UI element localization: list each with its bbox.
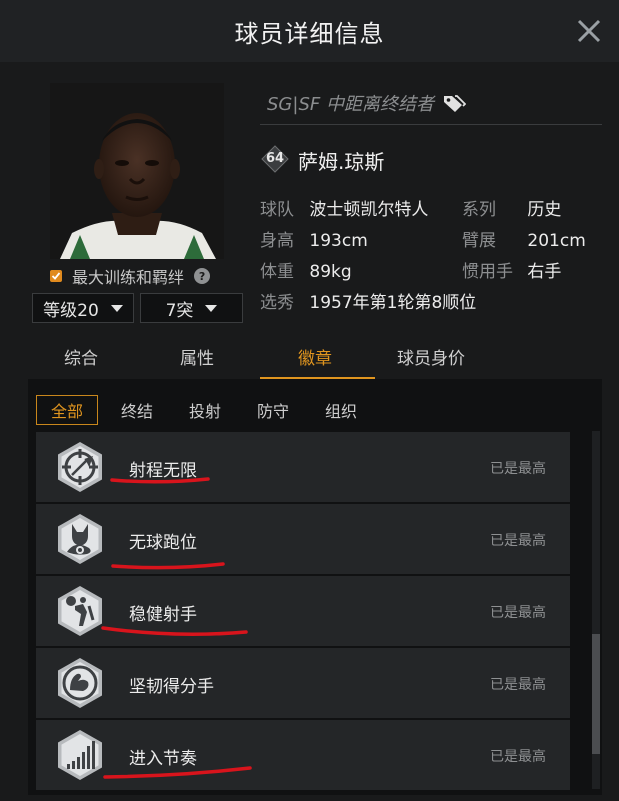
rating-badge: 64: [261, 145, 289, 173]
tab-badges[interactable]: 徽章: [298, 344, 332, 369]
info-value: 历史: [527, 200, 562, 220]
info-value: 1957年第1轮第8顺位: [309, 293, 477, 313]
crosshair-icon: [58, 442, 102, 492]
title-bar: 球员详细信息: [0, 0, 619, 63]
badge-name: 坚韧得分手: [129, 677, 214, 697]
badge-row[interactable]: 进入节奏 已是最高: [36, 720, 570, 790]
max-bond-row: 最大训练和羁绊 ?: [50, 266, 230, 287]
level-dropdown[interactable]: 等级20: [32, 293, 134, 323]
badge-level: 已是最高: [490, 677, 546, 693]
max-bond-checkbox[interactable]: [50, 270, 62, 282]
info-label: 身高: [260, 231, 294, 251]
chevron-down-icon: [205, 304, 218, 312]
info-hand: 惯用手 右手: [462, 257, 561, 282]
info-value: 右手: [527, 262, 562, 282]
badge-name: 进入节奏: [129, 749, 197, 769]
max-bond-label: 最大训练和羁绊: [72, 268, 185, 287]
tab-attributes[interactable]: 属性: [180, 344, 214, 369]
scrollbar-thumb[interactable]: [592, 634, 600, 754]
subtab-playmaking[interactable]: 组织: [325, 395, 357, 425]
subtab-finishing[interactable]: 终结: [121, 395, 153, 425]
rating-value: 64: [265, 151, 285, 166]
fox-icon: [58, 514, 102, 564]
badge-row[interactable]: 射程无限 已是最高: [36, 432, 570, 502]
divider: [260, 124, 602, 125]
close-icon[interactable]: [573, 15, 605, 47]
badge-row[interactable]: 坚韧得分手 已是最高: [36, 648, 570, 718]
info-value: 201cm: [527, 231, 586, 251]
subtab-all[interactable]: 全部: [36, 395, 99, 425]
badge-name: 稳健射手: [129, 605, 197, 625]
info-label: 系列: [462, 200, 496, 220]
info-label: 球队: [260, 200, 294, 220]
info-label: 臂展: [462, 231, 496, 251]
break-dropdown[interactable]: 7突: [140, 293, 243, 323]
info-wingspan: 臂展 201cm: [462, 226, 586, 251]
rising-bars-icon: [58, 730, 102, 780]
info-value: 193cm: [309, 231, 368, 251]
main-tabs: 综合 属性 徽章 球员身价: [28, 332, 603, 379]
tab-overview[interactable]: 综合: [64, 344, 98, 369]
badge-level: 已是最高: [490, 605, 546, 621]
badge-level: 已是最高: [490, 461, 546, 477]
player-role-text: SG|SF 中距离终结者: [267, 94, 434, 115]
info-draft: 选秀 1957年第1轮第8顺位: [260, 288, 476, 313]
info-series: 系列 历史: [462, 195, 561, 220]
badge-row[interactable]: 无球跑位 已是最高: [36, 504, 570, 574]
badge-name: 射程无限: [129, 461, 197, 481]
info-value: 89kg: [309, 262, 352, 282]
player-name: 萨姆.琼斯: [298, 150, 385, 174]
info-label: 选秀: [260, 293, 294, 313]
level-dropdown-value: 等级20: [43, 300, 99, 321]
badge-name: 无球跑位: [129, 533, 197, 553]
info-value: 波士顿凯尔特人: [309, 200, 429, 220]
info-label: 体重: [260, 262, 294, 282]
player-role: SG|SF 中距离终结者: [267, 90, 466, 116]
tag-icon[interactable]: [442, 93, 466, 113]
shooter-icon: [58, 586, 102, 636]
strongarm-icon: [58, 658, 102, 708]
info-height: 身高 193cm: [260, 226, 368, 251]
player-detail-panel: 最大训练和羁绊 ? 等级20 7突 SG|SF 中距离终结者 64 萨姆.琼斯 …: [0, 62, 619, 801]
chevron-down-icon: [110, 304, 123, 312]
player-portrait: [50, 83, 224, 259]
info-weight: 体重 89kg: [260, 257, 352, 282]
help-icon[interactable]: ?: [194, 268, 211, 284]
info-label: 惯用手: [462, 262, 513, 282]
badge-row[interactable]: 稳健射手 已是最高: [36, 576, 570, 646]
tab-player-value[interactable]: 球员身价: [397, 344, 465, 369]
window-title: 球员详细信息: [234, 20, 385, 48]
break-dropdown-value: 7突: [165, 300, 194, 321]
badge-level: 已是最高: [490, 749, 546, 765]
badge-level: 已是最高: [490, 533, 546, 549]
subtab-shooting[interactable]: 投射: [189, 395, 221, 425]
badges-panel: 全部 终结 投射 防守 组织 射程无限 已是最高 无球跑位 已是最高 稳健射手 …: [28, 379, 602, 795]
subtab-defense[interactable]: 防守: [257, 395, 289, 425]
info-team: 球队 波士顿凯尔特人: [260, 195, 428, 220]
